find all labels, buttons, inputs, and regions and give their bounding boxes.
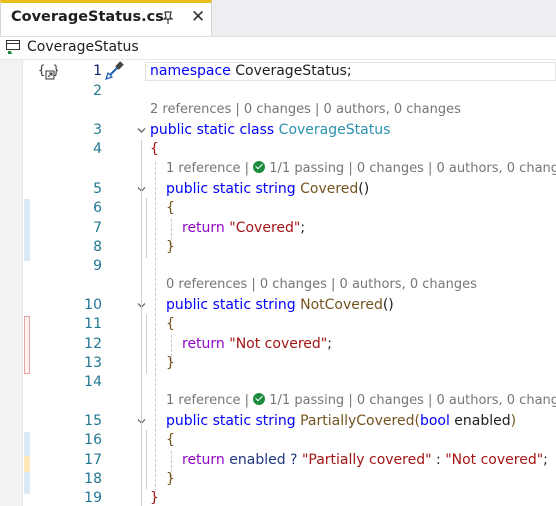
line-number: 13: [84, 355, 102, 371]
codelens-tests[interactable]: 1/1 passing: [269, 161, 344, 176]
line-number: 9: [93, 258, 102, 274]
codelens-tests[interactable]: 1/1 passing: [269, 393, 344, 408]
fold-scope-line: [146, 430, 147, 490]
paren: ): [510, 413, 517, 429]
semicolon: ;: [543, 452, 548, 468]
string-literal: "Partially covered": [301, 452, 432, 468]
fold-scope-line: [146, 314, 147, 374]
fold-scope-line: [146, 198, 147, 258]
code-line-open-brace[interactable]: {: [166, 200, 175, 216]
line-number: 12: [84, 336, 102, 352]
indent-guide: [155, 162, 156, 492]
code-line-class-decl[interactable]: public static class CoverageStatus: [150, 122, 390, 138]
keyword: public static class: [150, 122, 279, 138]
test-passing-icon: [253, 161, 266, 173]
line-number: 18: [84, 471, 102, 487]
class-name: CoverageStatus: [278, 122, 391, 138]
code-line-close-brace[interactable]: }: [166, 471, 175, 487]
code-line-close-brace[interactable]: }: [150, 490, 159, 506]
return-keyword: return: [182, 336, 230, 352]
paren: (): [358, 181, 370, 197]
fold-scope-line: [141, 140, 142, 506]
line-number: 2: [93, 83, 102, 99]
codelens-covered[interactable]: 1 reference | 1/1 passing | 0 changes | …: [166, 161, 556, 176]
codelens-references[interactable]: 1 reference |: [166, 161, 253, 176]
codelens-partial[interactable]: 1 reference | 1/1 passing | 0 changes | …: [166, 393, 556, 408]
line-number: 16: [84, 432, 102, 448]
line-number: 1: [93, 63, 102, 79]
tab-title: CoverageStatus.cs: [11, 9, 164, 25]
method-name: NotCovered: [300, 297, 383, 313]
codelens-changes[interactable]: | 0 changes | 0 authors, 0 changes: [344, 161, 556, 176]
keyword: public static string: [166, 413, 301, 429]
string-literal: "Not covered": [445, 452, 544, 468]
variable: enabled ?: [229, 452, 302, 468]
line-number: 3: [93, 122, 102, 138]
semicolon: ;: [327, 336, 332, 352]
semicolon: ;: [300, 220, 306, 236]
code-line-close-brace[interactable]: }: [166, 355, 175, 371]
line-number: 14: [84, 374, 102, 390]
code-line-return[interactable]: return "Covered";: [182, 220, 305, 236]
quick-action-screwdriver-icon[interactable]: [103, 60, 125, 82]
string-literal: "Covered": [229, 220, 301, 236]
code-line-notcovered-decl[interactable]: public static string NotCovered(): [166, 297, 394, 313]
method-name: Covered: [300, 181, 359, 197]
fold-chevron-icon[interactable]: [137, 126, 146, 135]
codelens-changes[interactable]: | 0 changes | 0 authors, 0 changes: [344, 393, 556, 408]
type-keyword: bool: [419, 413, 450, 429]
test-passing-icon: [253, 393, 266, 405]
string-literal: "Not covered": [229, 336, 328, 352]
code-line-covered-decl[interactable]: public static string Covered(): [166, 181, 369, 197]
paren: (): [382, 297, 394, 313]
operator: :: [431, 452, 446, 468]
codelens-class[interactable]: 2 references | 0 changes | 0 authors, 0 …: [150, 102, 461, 117]
line-number: 10: [84, 297, 102, 313]
line-number: 15: [84, 413, 102, 429]
code-line-partial-decl[interactable]: public static string PartiallyCovered(bo…: [166, 413, 516, 429]
codelens-references[interactable]: 1 reference |: [166, 393, 253, 408]
document-tab-strip: CoverageStatus.cs ✕: [0, 0, 556, 37]
method-name: PartiallyCovered: [300, 413, 415, 429]
line-number: 19: [84, 490, 102, 506]
code-line-open-brace[interactable]: {: [166, 316, 175, 332]
codelens-notcovered[interactable]: 0 references | 0 changes | 0 authors, 0 …: [166, 277, 477, 292]
line-number: 6: [93, 200, 102, 216]
code-line-open-brace[interactable]: {: [166, 432, 175, 448]
parameter-name: enabled: [449, 413, 511, 429]
pin-icon[interactable]: [159, 9, 177, 27]
keyword: namespace: [150, 63, 231, 79]
line-number: 4: [93, 141, 102, 157]
keyword: public static string: [166, 297, 301, 313]
line-number: 11: [84, 316, 102, 332]
keyword: public static string: [166, 181, 301, 197]
code-line-open-brace[interactable]: {: [150, 141, 159, 157]
code-line-return[interactable]: return "Not covered";: [182, 336, 332, 352]
line-number: 8: [93, 239, 102, 255]
code-line-close-brace[interactable]: }: [166, 239, 175, 255]
line-number: 5: [93, 181, 102, 197]
line-number: 7: [93, 220, 102, 236]
navbar-class-label: CoverageStatus: [27, 39, 139, 55]
return-keyword: return: [182, 452, 230, 468]
line-number: 17: [84, 452, 102, 468]
tab-coveragestatus-cs[interactable]: CoverageStatus.cs ✕: [0, 0, 212, 36]
return-keyword: return: [182, 220, 230, 236]
class-icon: [6, 40, 20, 54]
code-line-return[interactable]: return enabled ? "Partially covered" : "…: [182, 452, 548, 468]
namespace-name: CoverageStatus;: [230, 63, 352, 79]
close-icon[interactable]: ✕: [191, 7, 205, 27]
navigation-bar[interactable]: CoverageStatus: [0, 37, 556, 60]
code-line-namespace[interactable]: namespace CoverageStatus;: [150, 63, 352, 79]
